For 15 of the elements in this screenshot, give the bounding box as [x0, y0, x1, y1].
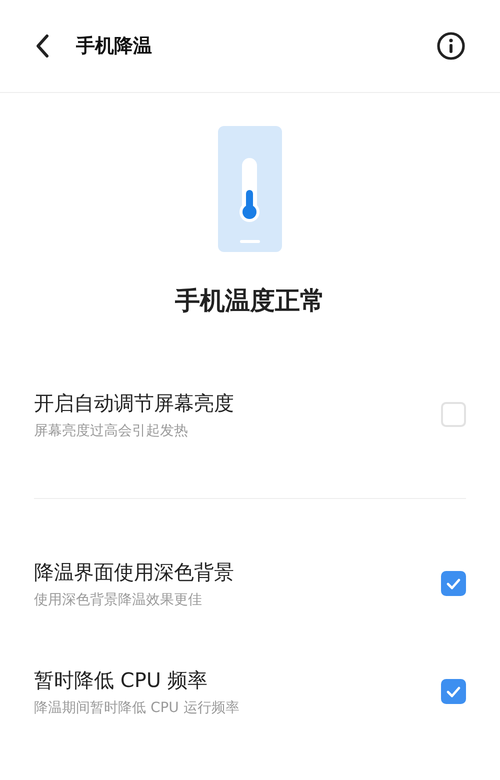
- page-title: 手机降温: [76, 34, 152, 59]
- checkbox[interactable]: [441, 679, 466, 704]
- option-subtitle: 使用深色背景降温效果更佳: [34, 590, 203, 610]
- phone-thermometer-icon: [218, 126, 282, 252]
- checkbox[interactable]: [441, 571, 466, 596]
- status-title: 手机温度正常: [175, 285, 325, 317]
- option-title: 暂时降低 CPU 频率: [34, 666, 208, 694]
- option-subtitle: 屏幕亮度过高会引起发热: [34, 422, 189, 440]
- option-subtitle: 降温期间暂时降低 CPU 运行频率: [34, 698, 240, 718]
- info-button[interactable]: [436, 31, 466, 61]
- checkbox[interactable]: [441, 402, 466, 427]
- option-title: 降温界面使用深色背景: [34, 558, 235, 586]
- check-icon: [446, 686, 461, 698]
- check-icon: [446, 578, 461, 590]
- option-title: 开启自动调节屏幕亮度: [34, 390, 235, 416]
